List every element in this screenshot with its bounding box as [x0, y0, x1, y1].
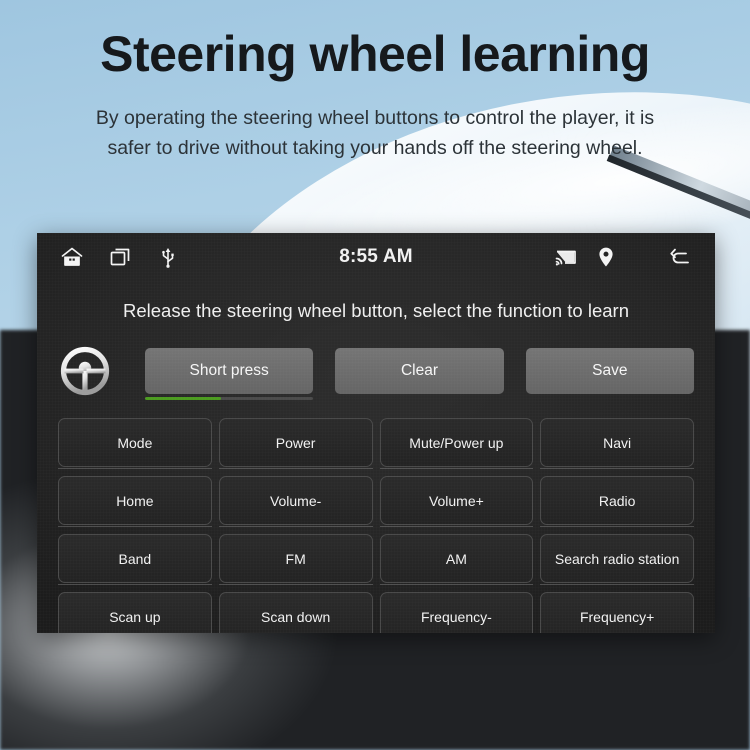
function-cell: Mute/Power up [379, 414, 534, 471]
function-cell: Volume+ [379, 472, 534, 529]
function-button[interactable]: Band [58, 534, 212, 583]
function-grid: Mode Power Mute/Power up Navi Home Volume- Vol… [37, 414, 715, 633]
page-title: Steering wheel learning [100, 26, 650, 82]
back-arrow-icon[interactable] [667, 244, 693, 270]
function-button[interactable]: Radio [540, 476, 694, 525]
function-cell: FM [218, 530, 373, 587]
function-button-label: Radio [598, 492, 636, 509]
function-button-label: FM [285, 550, 306, 567]
function-button[interactable]: FM [218, 534, 373, 583]
function-button-label: Volume+ [428, 492, 484, 509]
function-button-label: Power [275, 434, 316, 451]
short-press-button[interactable]: Short press [145, 348, 314, 400]
function-button[interactable]: Navi [540, 418, 694, 467]
function-button[interactable]: Mode [58, 418, 212, 467]
function-button[interactable]: Mute/Power up [379, 418, 534, 467]
clear-label: Clear [400, 362, 439, 379]
action-row: Short press Clear Save [37, 344, 715, 400]
function-button-label: Scan up [109, 608, 161, 625]
function-button-label: Mode [117, 434, 153, 451]
function-button-label: Frequency- [420, 608, 492, 625]
page-subtitle: By operating the steering wheel buttons … [95, 107, 655, 159]
cast-icon[interactable] [553, 244, 579, 270]
function-button[interactable]: Frequency- [379, 592, 534, 633]
function-cell: AM [379, 530, 534, 587]
function-button-label: Search radio station [554, 550, 680, 567]
function-button-label: Frequency+ [579, 608, 655, 625]
function-button[interactable]: Volume- [218, 476, 373, 525]
function-cell: Band [58, 530, 212, 587]
short-press-label: Short press [189, 362, 269, 379]
function-cell: Mode [58, 414, 212, 471]
learning-progress-bar [145, 397, 314, 400]
save-label: Save [592, 362, 628, 379]
home-icon[interactable] [59, 244, 85, 270]
steering-wheel-icon [58, 344, 112, 398]
function-button[interactable]: Volume+ [379, 476, 534, 525]
status-bar-right-group [553, 244, 693, 270]
function-button[interactable]: Scan down [218, 592, 373, 633]
function-button-label: Mute/Power up [409, 434, 504, 451]
function-cell: Scan up [58, 588, 212, 633]
function-button[interactable]: Frequency+ [540, 592, 694, 633]
function-cell: Navi [540, 414, 694, 471]
head-unit-panel: 8:55 AM Release the steering wheel butto… [37, 233, 715, 633]
header: Steering wheel learning By operating the… [0, 0, 750, 163]
status-bar: 8:55 AM [37, 233, 715, 281]
function-button-label: Volume- [269, 492, 322, 509]
function-button[interactable]: Home [58, 476, 212, 525]
instruction-text: Release the steering wheel button, selec… [123, 300, 629, 321]
function-button-label: Band [118, 550, 152, 567]
function-cell: Volume- [218, 472, 373, 529]
location-pin-icon[interactable] [593, 244, 619, 270]
recent-apps-icon[interactable] [107, 244, 133, 270]
function-button-label: AM [445, 550, 467, 567]
function-button-label: Navi [603, 434, 632, 451]
function-cell: Power [218, 414, 373, 471]
function-cell: Home [58, 472, 212, 529]
save-button[interactable]: Save [525, 348, 694, 394]
usb-icon[interactable] [155, 244, 181, 270]
function-cell: Scan down [218, 588, 373, 633]
function-button[interactable]: Search radio station [540, 534, 694, 583]
function-button-label: Home [116, 492, 154, 509]
function-button[interactable]: AM [379, 534, 534, 583]
function-button[interactable]: Scan up [58, 592, 212, 633]
function-button-label: Scan down [260, 608, 331, 625]
page-root: Steering wheel learning By operating the… [0, 0, 750, 750]
function-cell: Search radio station [540, 530, 694, 587]
function-button[interactable]: Power [218, 418, 373, 467]
function-cell: Radio [540, 472, 694, 529]
status-bar-left-group [59, 244, 181, 270]
function-cell: Frequency+ [540, 588, 694, 633]
function-cell: Frequency- [379, 588, 534, 633]
clear-button[interactable]: Clear [335, 348, 504, 394]
